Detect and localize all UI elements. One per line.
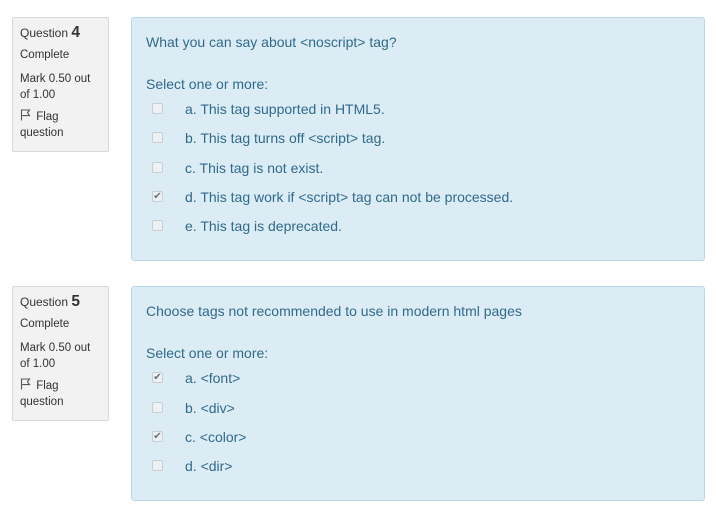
question-number-value: 5 [71,293,80,310]
flag-question-button[interactable]: Flag question [20,109,101,141]
answer-option-label: c. This tag is not exist. [185,160,324,176]
answer-option-b[interactable]: b. This tag turns off <script> tag. [146,130,666,150]
flag-icon [20,109,31,121]
question-grade: Mark 0.50 out of 1.00 [20,73,91,101]
answer-option-b[interactable]: b. <div> [146,400,666,420]
answer-option-label: c. <color> [185,429,247,445]
answer-checkbox[interactable] [152,402,163,413]
checkmark-icon: ✔ [153,372,162,383]
question-grade: Mark 0.50 out of 1.00 [20,342,91,370]
answer-prompt: Select one or more: [146,76,269,92]
answer-option-label: d. This tag work if <script> tag can not… [185,189,514,205]
question-number: Question 4 [20,25,101,41]
answer-option-e[interactable]: e. This tag is deprecated. [146,218,666,238]
question-number-value: 4 [71,24,80,41]
question-state: Complete [20,318,70,330]
answer-option-d[interactable]: ✔ d. This tag work if <script> tag can n… [146,189,666,209]
answer-checkbox[interactable] [152,162,163,173]
question-text: Choose tags not recommended to use in mo… [146,303,522,319]
answer-checkbox-checked[interactable]: ✔ [152,431,163,442]
question-content: Choose tags not recommended to use in mo… [131,286,705,501]
answer-checkbox[interactable] [152,220,163,231]
question-label: Question [20,26,69,40]
answer-option-c[interactable]: ✔ c. <color> [146,429,666,449]
answer-option-a[interactable]: ✔ a. <font> [146,370,666,390]
answer-option-label: b. <div> [185,400,235,416]
answer-checkbox-checked[interactable]: ✔ [152,191,163,202]
answer-checkbox[interactable] [152,460,163,471]
answer-checkbox[interactable] [152,132,163,143]
answer-option-label: a. This tag supported in HTML5. [185,101,385,117]
question-text: What you can say about <noscript> tag? [146,34,397,50]
flag-icon [20,378,31,390]
question-info-panel: Question 4 Complete Mark 0.50 out of 1.0… [12,17,109,152]
checkmark-icon: ✔ [153,431,162,442]
question-number: Question 5 [20,294,101,310]
answer-option-a[interactable]: a. This tag supported in HTML5. [146,101,666,121]
answer-option-c[interactable]: c. This tag is not exist. [146,160,666,180]
answer-checkbox-checked[interactable]: ✔ [152,372,163,383]
answer-option-label: a. <font> [185,370,241,386]
answer-option-d[interactable]: d. <dir> [146,458,666,478]
question-state: Complete [20,49,70,61]
answer-option-label: e. This tag is deprecated. [185,218,342,234]
question-content: What you can say about <noscript> tag? S… [131,17,705,261]
answer-option-label: d. <dir> [185,458,233,474]
question-info-panel: Question 5 Complete Mark 0.50 out of 1.0… [12,286,109,421]
answer-prompt: Select one or more: [146,345,269,361]
checkmark-icon: ✔ [153,191,162,202]
answer-option-label: b. This tag turns off <script> tag. [185,130,386,146]
question-label: Question [20,295,69,309]
flag-question-button[interactable]: Flag question [20,378,101,410]
answer-checkbox[interactable] [152,103,163,114]
